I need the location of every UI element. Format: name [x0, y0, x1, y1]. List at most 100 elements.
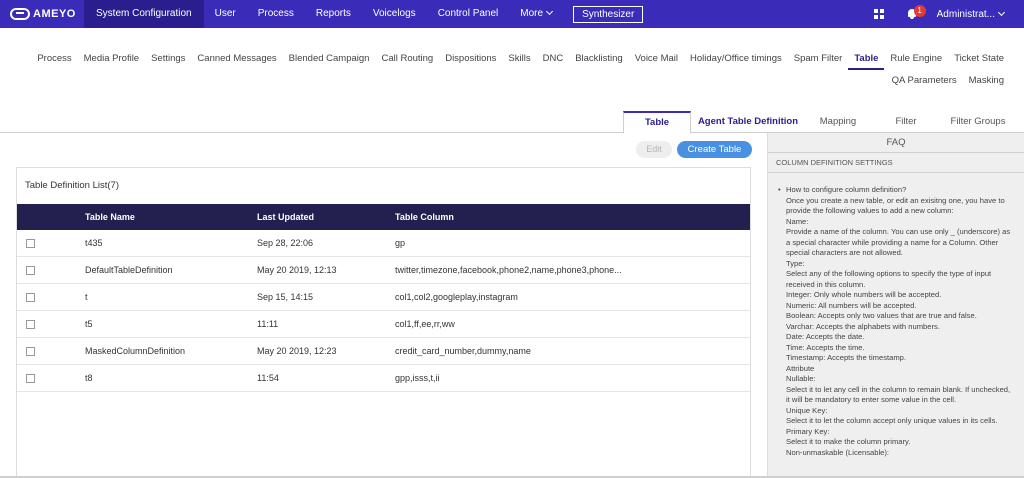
row-checkbox[interactable] [26, 374, 35, 383]
row-checkbox[interactable] [26, 293, 35, 302]
edit-button[interactable]: Edit [636, 141, 672, 158]
nav-reports[interactable]: Reports [305, 0, 362, 28]
faq-line: Select it to let the column accept only … [786, 416, 998, 425]
nav-process[interactable]: Process [247, 0, 305, 28]
chevron-down-icon [997, 8, 1006, 16]
faq-line: Varchar: Accepts the alphabets with numb… [786, 321, 940, 331]
submenu-item-dispositions[interactable]: Dispositions [439, 50, 502, 70]
cell-table-column: gpp,isss,t,ii [395, 373, 440, 383]
notification-badge: 1 [913, 5, 926, 17]
ameyo-logo[interactable]: AMEYO [0, 0, 84, 28]
cell-last-updated: 11:11 [257, 319, 279, 329]
faq-line: Attribute [786, 363, 815, 373]
faq-section-title: COLUMN DEFINITION SETTINGS [768, 153, 1024, 173]
table-row[interactable]: t5 11:11 col1,ff,ee,rr,ww [17, 311, 750, 338]
submenu-item-voice-mail[interactable]: Voice Mail [629, 50, 684, 70]
cell-table-column: gp [395, 238, 406, 248]
table-row[interactable]: MaskedColumnDefinition May 20 2019, 12:23… [17, 338, 750, 365]
user-name: Administrat... [936, 8, 995, 20]
tab-bar: Table Agent Table Definition Mapping Fil… [0, 111, 1024, 134]
table-list-title: Table Definition List(7) [25, 180, 119, 191]
chevron-down-icon [546, 7, 554, 16]
submenu-item-media-profile[interactable]: Media Profile [78, 50, 145, 70]
cell-last-updated: May 20 2019, 12:13 [257, 265, 337, 275]
faq-line: Time: Accepts the time. [786, 342, 865, 352]
faq-line: special characters are not allowed. [786, 248, 903, 257]
nav-voicelogs[interactable]: Voicelogs [362, 0, 427, 28]
submenu-item-skills[interactable]: Skills [502, 50, 536, 70]
faq-line: Nullable: [786, 374, 816, 383]
row-checkbox[interactable] [26, 347, 35, 356]
submenu-item-call-routing[interactable]: Call Routing [375, 50, 439, 70]
faq-content: How to configure column definition? Once… [768, 173, 1024, 458]
faq-title: FAQ [768, 133, 1024, 153]
table-row[interactable]: t435 Sep 28, 22:06 gp [17, 230, 750, 257]
submenu-item-blacklisting[interactable]: Blacklisting [569, 50, 629, 70]
faq-line: provide the following values to add a ne… [786, 206, 954, 215]
nav-control-panel[interactable]: Control Panel [427, 0, 510, 28]
cell-last-updated: May 20 2019, 12:23 [257, 346, 337, 356]
main-nav: System Configuration User Process Report… [84, 0, 644, 28]
tab-filter-groups[interactable]: Filter Groups [944, 111, 1012, 133]
top-right-controls: 1 Administrat... [873, 0, 1024, 28]
submenu-item-dnc[interactable]: DNC [537, 50, 570, 70]
submenu-item-settings[interactable]: Settings [145, 50, 191, 70]
config-submenu: Process Media Profile Settings Canned Messa… [0, 50, 1024, 92]
submenu-item-rule-engine[interactable]: Rule Engine [884, 50, 948, 70]
cell-table-name: t5 [85, 319, 93, 329]
faq-question[interactable]: How to configure column definition? [778, 185, 1016, 196]
column-header-table-column[interactable]: Table Column [395, 204, 454, 230]
column-header-table-name[interactable]: Table Name [85, 204, 135, 230]
faq-line: Unique Key: [786, 405, 828, 415]
logo-text: AMEYO [33, 8, 76, 20]
faq-line: Timestamp: Accepts the timestamp. [786, 353, 906, 362]
faq-line: Select it to make the column primary. [786, 437, 911, 446]
table-row[interactable]: DefaultTableDefinition May 20 2019, 12:13… [17, 257, 750, 284]
cell-table-column: credit_card_number,dummy,name [395, 346, 531, 356]
faq-line: it will be mandatory to enter some value… [786, 395, 957, 404]
nav-more-label: More [520, 8, 544, 19]
submenu-item-masking[interactable]: Masking [963, 72, 1010, 92]
submenu-item-process[interactable]: Process [31, 50, 77, 70]
cell-table-column: twitter,timezone,facebook,phone2,name,ph… [395, 265, 622, 275]
submenu-item-spam-filter[interactable]: Spam Filter [788, 50, 849, 70]
cell-last-updated: 11:54 [257, 373, 279, 383]
nav-more[interactable]: More [509, 0, 563, 28]
faq-line: Name: [786, 216, 809, 226]
nav-system-configuration[interactable]: System Configuration [84, 0, 204, 28]
bell-icon[interactable]: 1 [907, 5, 926, 19]
cell-table-name: MaskedColumnDefinition [85, 346, 186, 356]
user-menu[interactable]: Administrat... [936, 8, 1006, 20]
submenu-item-canned-messages[interactable]: Canned Messages [191, 50, 282, 70]
cell-last-updated: Sep 28, 22:06 [257, 238, 314, 248]
submenu-item-table[interactable]: Table [848, 50, 885, 70]
faq-line: Once you create a new table, or edit an … [786, 195, 1005, 205]
tab-table[interactable]: Table [623, 111, 691, 134]
tab-agent-table-definition[interactable]: Agent Table Definition [695, 111, 801, 133]
apps-grid-icon[interactable] [873, 9, 884, 19]
table-row[interactable]: t Sep 15, 14:15 col1,col2,googleplay,insta… [17, 284, 750, 311]
faq-line: Primary Key: [786, 426, 830, 436]
faq-line: Boolean: Accepts only two values that ar… [786, 311, 977, 320]
cell-table-column: col1,col2,googleplay,instagram [395, 292, 518, 302]
submenu-item-qa-parameters[interactable]: QA Parameters [886, 72, 963, 92]
row-checkbox[interactable] [26, 239, 35, 248]
nav-user[interactable]: User [204, 0, 247, 28]
cell-table-name: t435 [85, 238, 103, 248]
synthesizer-button[interactable]: Synthesizer [573, 5, 644, 23]
faq-line: Select any of the following options to s… [786, 269, 992, 278]
row-checkbox[interactable] [26, 266, 35, 275]
faq-line: Provide a name of the column. You can us… [786, 227, 1011, 236]
submenu-item-holiday-office-timings[interactable]: Holiday/Office timings [684, 50, 788, 70]
table-row[interactable]: t8 11:54 gpp,isss,t,ii [17, 365, 750, 392]
logo-icon [10, 8, 30, 20]
tab-mapping[interactable]: Mapping [808, 111, 868, 133]
submenu-item-ticket-state[interactable]: Ticket State [948, 50, 1010, 70]
cell-last-updated: Sep 15, 14:15 [257, 292, 314, 302]
tab-filter[interactable]: Filter [880, 111, 932, 133]
create-table-button[interactable]: Create Table [677, 141, 752, 158]
row-checkbox[interactable] [26, 320, 35, 329]
faq-panel: FAQ COLUMN DEFINITION SETTINGS How to co… [767, 133, 1024, 478]
column-header-last-updated[interactable]: Last Updated [257, 204, 314, 230]
submenu-item-blended-campaign[interactable]: Blended Campaign [283, 50, 376, 70]
